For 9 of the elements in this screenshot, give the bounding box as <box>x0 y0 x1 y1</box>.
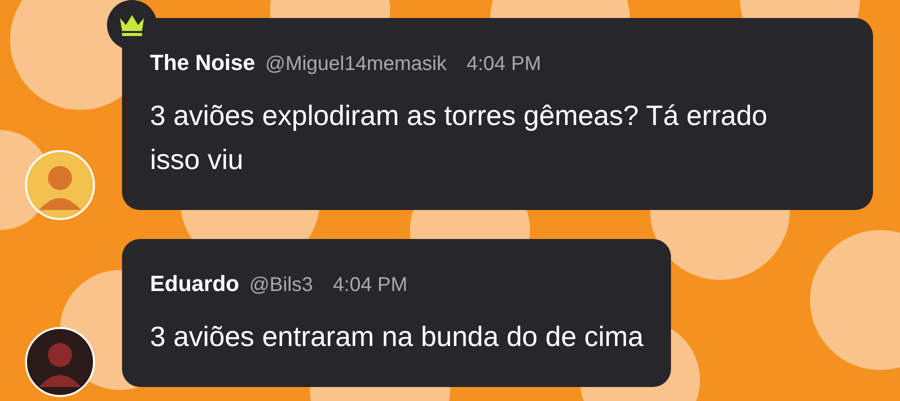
avatar-icon[interactable] <box>25 327 95 397</box>
author-name[interactable]: The Noise <box>150 50 256 76</box>
message-text: 3 aviões explodiram as torres gêmeas? Tá errado isso viu <box>150 99 768 177</box>
message-time: 4:04 PM <box>466 53 542 76</box>
user-handle: @Bils3 <box>249 274 313 297</box>
message-time: 4:04 PM <box>332 274 408 297</box>
author-name[interactable]: Eduardo <box>150 271 240 297</box>
user-handle: @Miguel14memasik <box>265 53 447 76</box>
message-text: 3 aviões entraram na bunda do de cima <box>150 320 644 354</box>
